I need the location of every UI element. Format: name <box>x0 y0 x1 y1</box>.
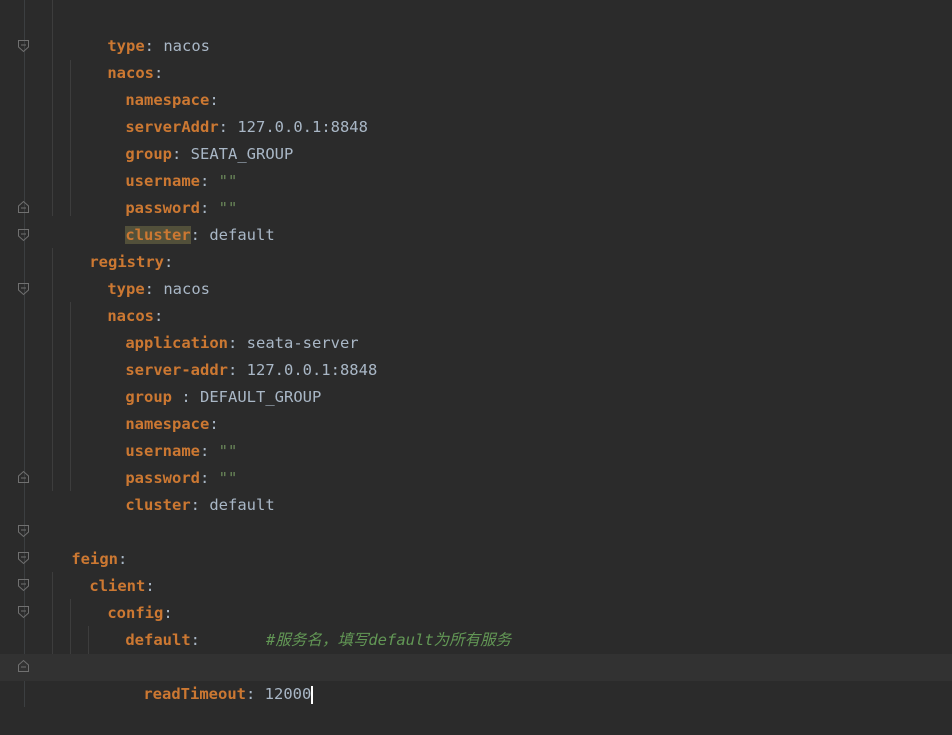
text-cursor <box>311 685 314 704</box>
yaml-value: default <box>209 226 275 244</box>
fold-open-icon[interactable] <box>17 551 30 565</box>
code-line[interactable]: cluster: default <box>88 195 275 244</box>
code-line[interactable]: namespace: <box>88 60 218 109</box>
code-line[interactable]: nacos: <box>70 276 163 325</box>
fold-open-icon[interactable] <box>17 605 30 619</box>
code-line[interactable]: serverAddr: 127.0.0.1:8848 <box>88 87 368 136</box>
code-line[interactable]: password: "" <box>88 168 237 217</box>
indent-guide <box>52 0 53 216</box>
yaml-value: 12000 <box>264 685 312 703</box>
code-line[interactable]: connectTimeout: 10000 <box>106 627 339 676</box>
code-line[interactable]: registry: <box>52 222 173 271</box>
yaml-value: nacos <box>163 280 210 298</box>
code-line[interactable]: group: SEATA_GROUP <box>88 114 293 163</box>
code-line[interactable]: default: #服务名，填写default为所有服务 <box>88 600 511 649</box>
code-line[interactable]: password: "" <box>88 438 237 487</box>
code-line[interactable]: group : DEFAULT_GROUP <box>88 357 321 406</box>
fold-end-icon[interactable] <box>17 659 30 673</box>
yaml-key: readTimeout <box>143 685 246 703</box>
yaml-value: default <box>209 496 275 514</box>
code-line[interactable]: type: nacos <box>70 6 210 55</box>
code-line[interactable]: server-addr: 127.0.0.1:8848 <box>88 330 377 379</box>
yaml-separator: : <box>190 496 210 514</box>
fold-open-icon[interactable] <box>17 228 30 242</box>
code-line[interactable]: type: nacos <box>70 249 210 298</box>
fold-end-icon[interactable] <box>17 470 30 484</box>
fold-open-icon[interactable] <box>17 39 30 53</box>
code-line[interactable]: namespace: <box>88 384 218 433</box>
fold-open-icon[interactable] <box>17 578 30 592</box>
code-line[interactable]: client: <box>52 546 154 595</box>
yaml-separator: : <box>245 685 265 703</box>
fold-open-icon[interactable] <box>17 282 30 296</box>
code-line[interactable]: username: "" <box>88 411 237 460</box>
code-line[interactable]: application: seata-server <box>88 303 358 352</box>
code-line[interactable]: readTimeout: 12000 <box>106 654 314 704</box>
code-editor[interactable]: type: nacos nacos: namespace: serverAddr… <box>0 0 952 707</box>
code-line[interactable]: username: "" <box>88 141 237 190</box>
fold-open-icon[interactable] <box>17 524 30 538</box>
code-line[interactable]: cluster: default <box>88 465 274 514</box>
yaml-key: cluster <box>125 496 191 514</box>
code-line[interactable]: nacos: <box>70 33 163 82</box>
yaml-value: nacos <box>163 37 210 55</box>
code-line[interactable]: feign: <box>34 519 127 568</box>
fold-end-icon[interactable] <box>17 200 30 214</box>
yaml-separator: : <box>190 226 210 244</box>
code-line[interactable]: config: <box>70 573 172 622</box>
gutter-separator <box>24 0 25 707</box>
